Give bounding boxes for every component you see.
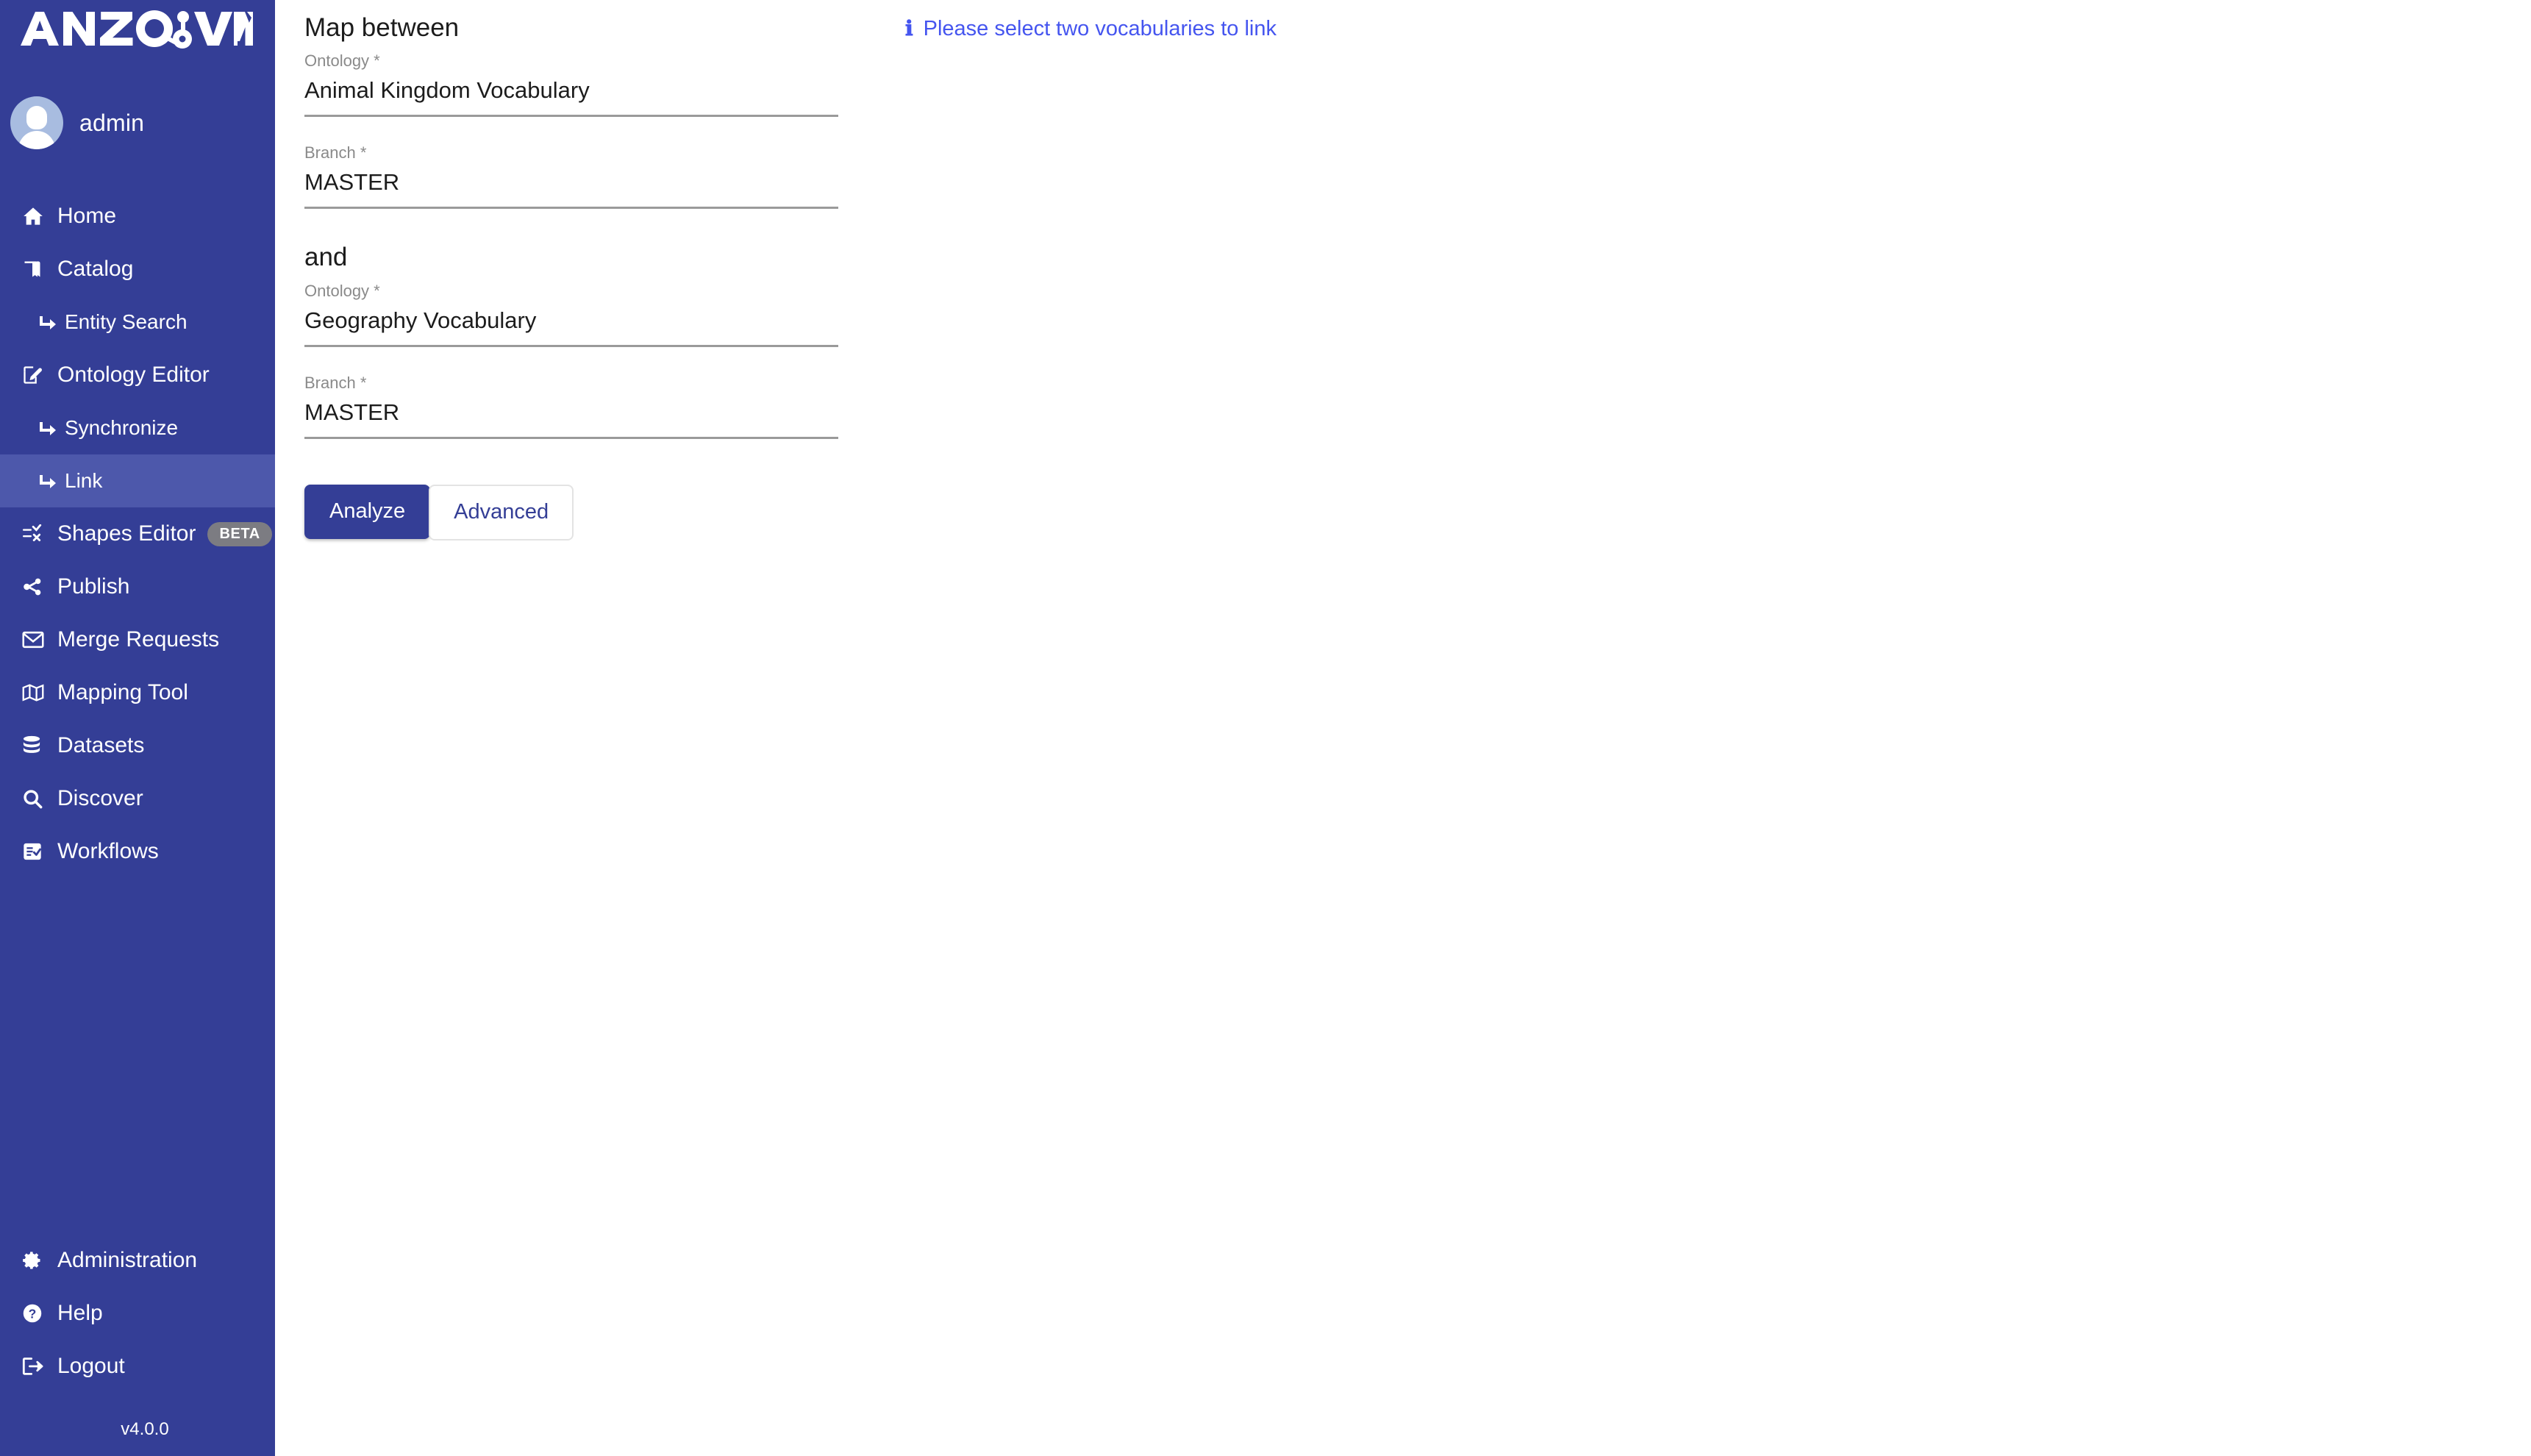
source-branch-label: Branch *	[304, 143, 367, 163]
sidebar-item-label: Shapes Editor	[57, 521, 196, 546]
source-branch-field: Branch * MASTER	[304, 143, 838, 210]
svg-text:?: ?	[29, 1306, 37, 1321]
sidebar-item-label: Entity Search	[65, 310, 188, 333]
target-branch-label: Branch *	[304, 373, 367, 392]
sidebar-item-ontology-editor[interactable]: Ontology Editor	[0, 349, 275, 402]
advanced-button[interactable]: Advanced	[429, 484, 574, 540]
sidebar-item-datasets[interactable]: Datasets	[0, 719, 275, 772]
edit-square-icon	[22, 363, 50, 388]
sidebar-item-label: Mapping Tool	[57, 680, 188, 704]
sidebar-item-workflows[interactable]: Workflows	[0, 825, 275, 878]
gear-icon	[22, 1248, 50, 1273]
sidebar-item-label: Administration	[57, 1248, 198, 1272]
main-content: Map between Ontology * Animal Kingdom Vo…	[275, 0, 2531, 1456]
shapes-filter-icon	[22, 521, 50, 546]
analyze-button[interactable]: Analyze	[304, 484, 431, 539]
sidebar-bottom-nav: Administration ? Help Logout	[0, 1234, 275, 1393]
sidebar-item-discover[interactable]: Discover	[0, 772, 275, 825]
sidebar-item-help[interactable]: ? Help	[0, 1287, 275, 1340]
sidebar-item-label: Publish	[57, 574, 130, 599]
page-title: Map between	[304, 13, 460, 42]
target-ontology-select[interactable]: Geography Vocabulary	[304, 307, 838, 347]
sidebar-item-label: Discover	[57, 786, 143, 810]
sidebar-item-label: Logout	[57, 1354, 125, 1378]
username-label: admin	[79, 109, 145, 136]
sidebar-item-home[interactable]: Home	[0, 190, 275, 243]
sidebar-item-logout[interactable]: Logout	[0, 1340, 275, 1393]
info-icon: ℹ	[905, 17, 913, 40]
sidebar-item-label: Link	[65, 469, 103, 492]
source-ontology-field: Ontology * Animal Kingdom Vocabulary	[304, 51, 838, 118]
sidebar: admin Home Catalog Entity Search Ontolog…	[0, 0, 275, 1456]
search-icon	[22, 786, 50, 811]
target-branch-select[interactable]: MASTER	[304, 399, 838, 439]
arrow-branch-icon	[38, 310, 62, 335]
and-separator: and	[304, 243, 348, 272]
form-actions: Analyze Advanced	[304, 484, 863, 540]
user-profile[interactable]: admin	[10, 94, 144, 151]
sidebar-item-shapes-editor[interactable]: Shapes Editor BETA	[0, 507, 275, 560]
sidebar-item-label: Help	[57, 1301, 103, 1325]
sidebar-item-merge-requests[interactable]: Merge Requests	[0, 613, 275, 666]
sidebar-item-label: Catalog	[57, 257, 134, 281]
book-icon	[22, 257, 50, 282]
sidebar-item-link[interactable]: Link	[0, 454, 275, 507]
target-ontology-field: Ontology * Geography Vocabulary	[304, 281, 838, 347]
target-ontology-label: Ontology *	[304, 281, 380, 300]
sidebar-item-label: Synchronize	[65, 416, 179, 439]
target-branch-field: Branch * MASTER	[304, 373, 838, 439]
sidebar-item-administration[interactable]: Administration	[0, 1234, 275, 1287]
source-branch-select[interactable]: MASTER	[304, 170, 838, 210]
sidebar-item-label: Home	[57, 204, 117, 228]
sidebar-item-label: Workflows	[57, 839, 159, 863]
sidebar-item-synchronize[interactable]: Synchronize	[0, 402, 275, 454]
sidebar-item-label: Merge Requests	[57, 627, 220, 652]
info-message: ℹ Please select two vocabularies to link	[905, 17, 1277, 41]
sidebar-item-label: Ontology Editor	[57, 363, 210, 387]
question-circle-icon: ?	[22, 1301, 50, 1326]
logout-icon	[22, 1354, 50, 1379]
sidebar-item-catalog[interactable]: Catalog	[0, 243, 275, 296]
sidebar-item-publish[interactable]: Publish	[0, 560, 275, 613]
sidebar-nav: Home Catalog Entity Search Ontology Edit…	[0, 190, 275, 878]
status-badge: BETA	[207, 521, 272, 546]
arrow-branch-icon	[38, 415, 62, 440]
link-form: Map between Ontology * Animal Kingdom Vo…	[304, 13, 863, 540]
source-ontology-label: Ontology *	[304, 51, 380, 71]
map-icon	[22, 680, 50, 705]
checklist-icon	[22, 839, 50, 864]
arrow-branch-icon	[38, 468, 62, 493]
app-logo[interactable]	[18, 6, 260, 51]
avatar	[10, 96, 63, 149]
sidebar-item-entity-search[interactable]: Entity Search	[0, 296, 275, 349]
info-message-text: Please select two vocabularies to link	[923, 17, 1277, 40]
envelope-icon	[22, 627, 50, 652]
sidebar-item-mapping-tool[interactable]: Mapping Tool	[0, 666, 275, 719]
home-icon	[22, 204, 50, 229]
database-icon	[22, 733, 50, 758]
app-version: v4.0.0	[121, 1419, 169, 1439]
sidebar-item-label: Datasets	[57, 733, 145, 757]
share-icon	[22, 574, 50, 599]
source-ontology-select[interactable]: Animal Kingdom Vocabulary	[304, 78, 838, 118]
